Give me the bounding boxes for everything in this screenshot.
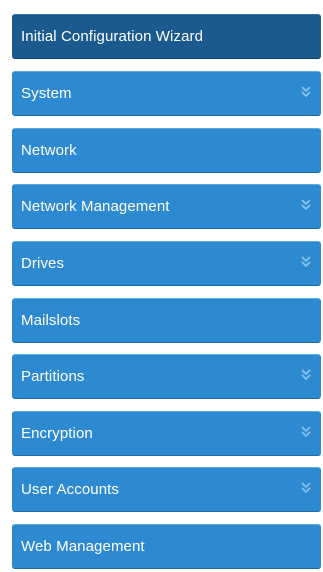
menu-item-label: System bbox=[21, 85, 72, 102]
menu-item-mailslots[interactable]: Mailslots bbox=[12, 298, 321, 343]
menu-item-web-management[interactable]: Web Management bbox=[12, 524, 321, 569]
menu-item-encryption[interactable]: Encryption bbox=[12, 411, 321, 456]
menu-item-system[interactable]: System bbox=[12, 71, 321, 116]
double-chevron-down-icon bbox=[301, 368, 311, 382]
double-chevron-down-icon bbox=[301, 85, 311, 99]
menu-item-user-accounts[interactable]: User Accounts bbox=[12, 467, 321, 512]
double-chevron-down-icon bbox=[301, 198, 311, 212]
double-chevron-down-icon bbox=[301, 481, 311, 495]
menu-item-label: Drives bbox=[21, 255, 65, 272]
menu-item-label: Partitions bbox=[21, 368, 85, 385]
menu-item-drives[interactable]: Drives bbox=[12, 241, 321, 286]
menu-item-network-management[interactable]: Network Management bbox=[12, 184, 321, 229]
double-chevron-down-icon bbox=[301, 255, 311, 269]
menu-item-label: Web Management bbox=[21, 538, 145, 555]
menu-item-label: Network Management bbox=[21, 198, 170, 215]
double-chevron-down-icon bbox=[301, 425, 311, 439]
settings-menu: Initial Configuration Wizard System Netw… bbox=[0, 0, 323, 572]
menu-item-initial-configuration-wizard[interactable]: Initial Configuration Wizard bbox=[12, 14, 321, 59]
menu-item-network[interactable]: Network bbox=[12, 128, 321, 173]
menu-item-label: Network bbox=[21, 142, 77, 159]
menu-item-partitions[interactable]: Partitions bbox=[12, 354, 321, 399]
menu-item-label: Mailslots bbox=[21, 312, 81, 329]
menu-item-label: Initial Configuration Wizard bbox=[21, 28, 204, 45]
menu-item-label: Encryption bbox=[21, 425, 93, 442]
menu-item-label: User Accounts bbox=[21, 481, 120, 498]
